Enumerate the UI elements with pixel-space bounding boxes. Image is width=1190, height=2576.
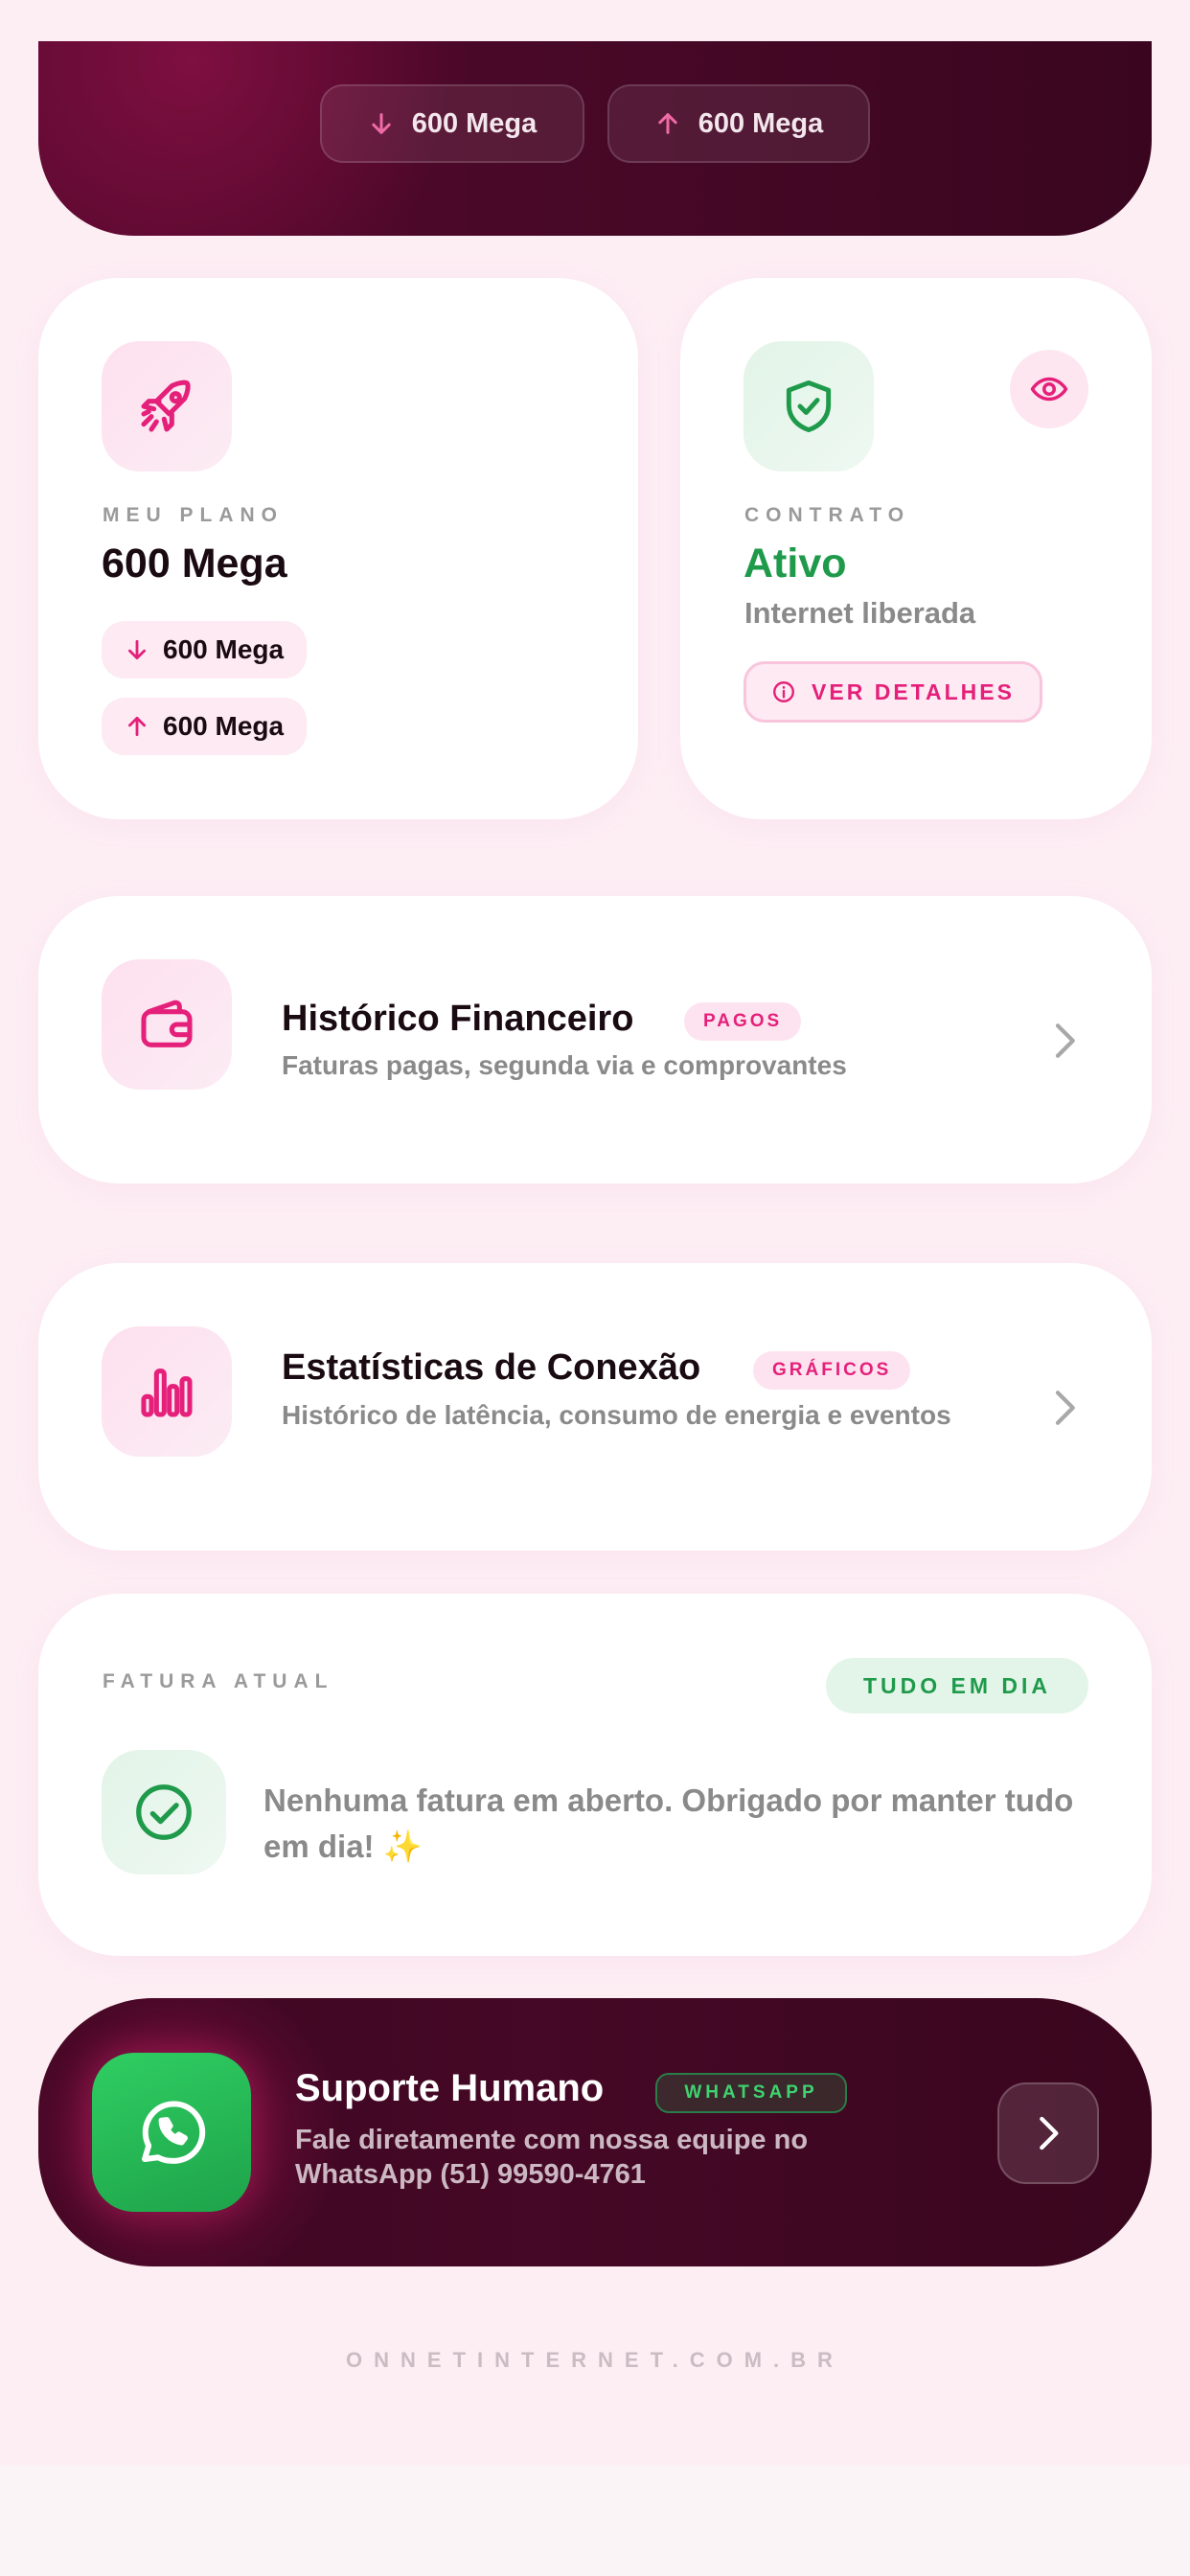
page-bottom-band [0,2465,1190,2576]
arrow-down-icon [128,639,146,660]
whatsapp-icon [142,2101,206,2164]
shield-check-icon [786,380,832,432]
plan-overline: MEU PLANO [103,504,284,526]
hero-download-chip: 600 Mega [320,84,584,163]
view-details-label: VER DETALHES [812,678,1015,704]
chevron-right-icon [1055,1024,1075,1058]
connection-stats-card[interactable]: Estatísticas de Conexão GRÁFICOS Históri… [38,1263,1152,1551]
eye-icon [1030,377,1068,402]
rocket-icon [141,380,191,432]
plan-title: 600 Mega [102,540,287,586]
invoice-overline: FATURA ATUAL [103,1670,334,1692]
current-invoice-card: FATURA ATUAL TUDO EM DIA Nenhuma fatura … [38,1594,1152,1956]
plan-upload-pill: 600 Mega [102,698,308,755]
finance-title: Histórico Financeiro [282,999,634,1039]
stats-subtitle: Histórico de latência, consumo de energi… [282,1400,951,1430]
footer-domain[interactable]: ONNETINTERNET.COM.BR [0,2348,1190,2373]
contract-card: CONTRATO Ativo Internet liberada VER DET… [680,278,1152,819]
contract-overline: CONTRATO [744,504,911,526]
contract-icon-tile [744,341,874,472]
finance-history-card[interactable]: Histórico Financeiro PAGOS Faturas pagas… [38,896,1152,1184]
stats-badge: GRÁFICOS [753,1351,911,1390]
contract-status: Ativo [744,540,847,586]
arrow-up-icon [128,716,146,737]
human-support-banner[interactable]: Suporte Humano WHATSAPP Fale diretamente… [38,1998,1152,2266]
invoice-message: Nenhuma fatura em aberto. Obrigado por m… [263,1782,1074,1864]
plan-card[interactable]: MEU PLANO 600 Mega 600 Mega 600 Mega [38,278,638,819]
hero-upload-chip: 600 Mega [607,84,870,163]
support-subtitle: Fale diretamente com nossa equipe no Wha… [295,2125,809,2190]
plan-download-pill: 600 Mega [102,621,308,678]
info-icon [773,681,794,702]
hero-upload-label: 600 Mega [698,107,824,139]
toggle-visibility-button[interactable] [1010,350,1088,428]
stats-title: Estatísticas de Conexão [282,1347,701,1388]
chevron-right-icon [1055,1391,1075,1425]
hero-download-label: 600 Mega [411,107,538,139]
support-title: Suporte Humano [295,2067,605,2109]
support-open-button[interactable] [997,2082,1099,2184]
check-circle-icon [136,1784,192,1840]
arrow-down-icon [372,113,391,134]
hero-header: 600 Mega 600 Mega [38,41,1152,236]
plan-download-label: 600 Mega [163,634,285,664]
whatsapp-badge: WHATSAPP [655,2073,847,2113]
invoice-status-pill: TUDO EM DIA [826,1658,1088,1714]
invoice-icon-tile [102,1750,226,1874]
stats-icon-tile [102,1326,232,1457]
plan-icon-tile [102,341,232,472]
finance-subtitle: Faturas pagas, segunda via e comprovante… [282,1050,847,1080]
bar-chart-icon [141,1368,193,1417]
finance-badge: PAGOS [684,1002,802,1041]
view-details-button[interactable]: VER DETALHES [744,661,1042,723]
arrow-up-icon [658,113,677,134]
plan-upload-label: 600 Mega [163,711,285,741]
finance-icon-tile [102,959,232,1090]
contract-subtitle: Internet liberada [744,596,976,630]
wallet-icon [141,1000,193,1047]
chevron-right-icon [1040,2116,1059,2150]
whatsapp-icon-tile [92,2053,251,2212]
